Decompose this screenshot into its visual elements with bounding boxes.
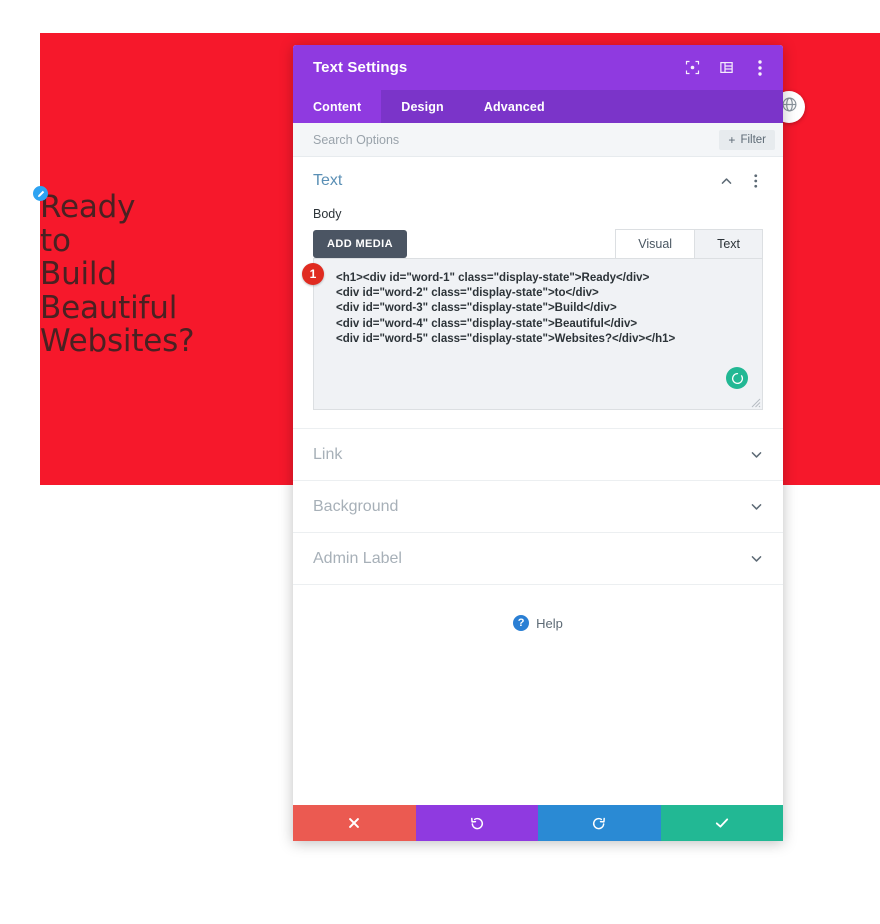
- group-text-bottom-spacer: [313, 410, 763, 428]
- checkmark-icon: [714, 815, 730, 831]
- search-input[interactable]: [313, 132, 720, 147]
- loading-spinner-icon: [726, 367, 748, 389]
- more-vertical-icon[interactable]: [751, 59, 769, 77]
- fullscreen-icon[interactable]: [683, 59, 701, 77]
- editor-mode-tabs: Visual Text: [615, 229, 763, 258]
- body-field-label: Body: [313, 207, 342, 221]
- redo-button[interactable]: [538, 805, 661, 841]
- redo-arrow-icon: [591, 815, 607, 831]
- hero-word-5: Websites?: [40, 323, 195, 359]
- editor-toolbar: ADD MEDIA Visual Text: [313, 229, 763, 258]
- editor-step-badge: 1: [302, 263, 324, 285]
- modal-body-spacer: [293, 631, 783, 805]
- modal-titlebar: Text Settings: [293, 45, 783, 90]
- chevron-down-icon[interactable]: [749, 552, 763, 566]
- hero-word-1: Ready: [40, 189, 136, 225]
- group-admin-label-title: Admin Label: [313, 549, 402, 567]
- tab-text[interactable]: Text: [694, 229, 763, 258]
- resize-handle-icon[interactable]: [749, 396, 761, 408]
- filter-button-label: Filter: [740, 133, 766, 146]
- modal-body: Text Body ADD MEDIA Visual Text 1 <h1><d…: [293, 157, 783, 805]
- code-editor-content[interactable]: <h1><div id="word-1" class="display-stat…: [314, 259, 762, 347]
- group-background-title: Background: [313, 497, 399, 515]
- search-row: + Filter: [293, 123, 783, 157]
- tab-content[interactable]: Content: [293, 90, 382, 123]
- group-text-title: Text: [313, 172, 343, 189]
- hero-word-3: Build: [40, 256, 117, 292]
- pencil-icon: [37, 190, 45, 198]
- close-x-icon: [347, 816, 361, 830]
- globe-icon: [781, 96, 798, 118]
- chevron-down-icon[interactable]: [749, 448, 763, 462]
- filter-button[interactable]: + Filter: [719, 129, 775, 150]
- tab-visual[interactable]: Visual: [615, 229, 696, 258]
- text-settings-modal: Text Settings Content Design Advanced Se…: [293, 45, 783, 841]
- hero-heading[interactable]: Ready to Build Beautiful Websites?: [40, 189, 195, 359]
- undo-arrow-icon: [469, 815, 485, 831]
- titlebar-icon-group: [683, 59, 769, 77]
- question-mark-icon: ?: [513, 615, 530, 631]
- hero-edit-badge[interactable]: [33, 186, 48, 201]
- modal-footer: [293, 805, 783, 841]
- tab-advanced[interactable]: Advanced: [464, 90, 565, 123]
- code-editor[interactable]: 1 <h1><div id="word-1" class="display-st…: [302, 258, 763, 410]
- hero-word-4: Beautiful: [40, 289, 178, 326]
- help-row[interactable]: ? Help: [293, 585, 783, 631]
- group-background[interactable]: Background: [293, 481, 783, 533]
- modal-tab-bar: Content Design Advanced: [293, 90, 783, 123]
- undo-button[interactable]: [415, 805, 538, 841]
- layout-columns-icon[interactable]: [717, 59, 735, 77]
- group-text: Text Body ADD MEDIA Visual Text 1 <h1><d…: [293, 157, 783, 429]
- plus-icon: +: [728, 132, 736, 147]
- modal-title: Text Settings: [313, 59, 408, 76]
- group-link[interactable]: Link: [293, 429, 783, 481]
- group-text-header[interactable]: Text: [313, 157, 763, 205]
- help-label: Help: [536, 615, 563, 631]
- tab-design[interactable]: Design: [381, 90, 464, 123]
- chevron-up-icon[interactable]: [719, 174, 733, 188]
- save-button[interactable]: [660, 805, 783, 841]
- group-admin-label[interactable]: Admin Label: [293, 533, 783, 585]
- cancel-button[interactable]: [293, 805, 416, 841]
- hero-word-2: to: [40, 222, 71, 259]
- group-link-title: Link: [313, 445, 343, 463]
- add-media-button[interactable]: ADD MEDIA: [313, 230, 407, 258]
- group-text-header-icons: [719, 174, 763, 188]
- more-vertical-icon[interactable]: [749, 174, 763, 188]
- chevron-down-icon[interactable]: [749, 500, 763, 514]
